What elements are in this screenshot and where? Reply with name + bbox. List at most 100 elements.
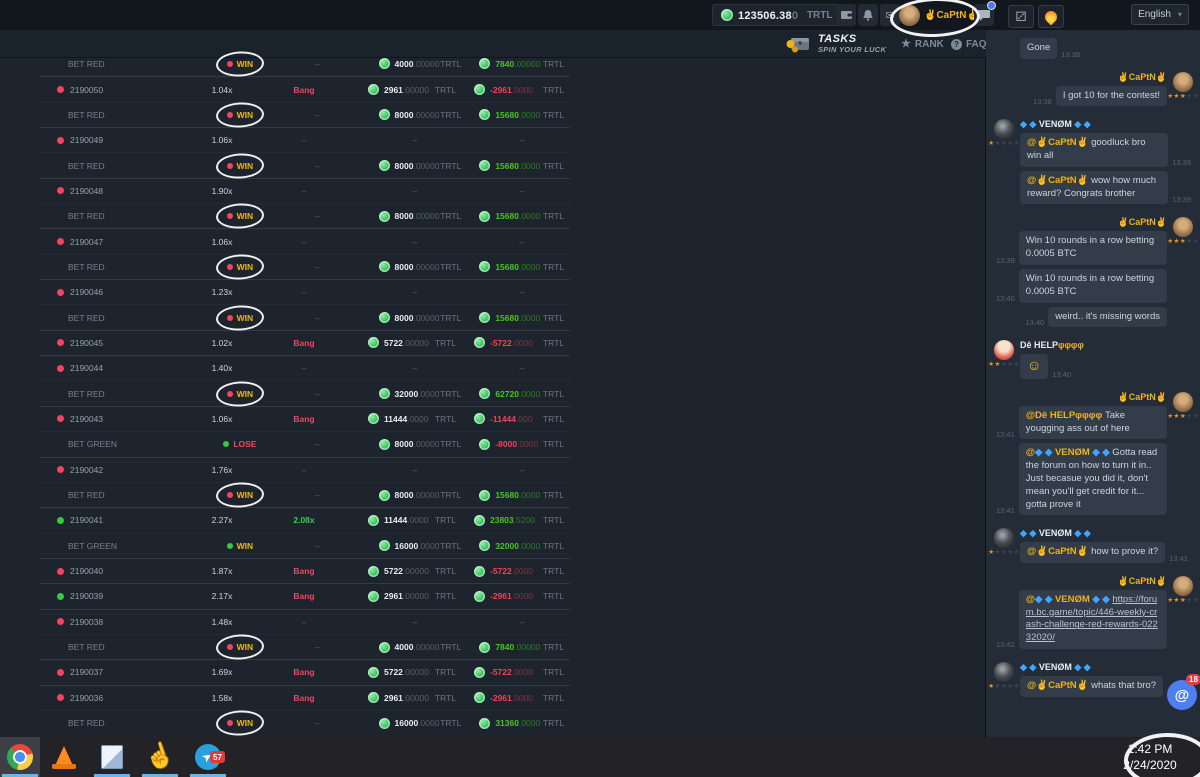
user-star-rating: ★★★★★ bbox=[988, 362, 1020, 369]
currency-unit: TRTL bbox=[440, 211, 467, 221]
chat-avatar-column: ★★★★★ bbox=[992, 662, 1016, 691]
chat-username[interactable]: ✌CaPtN✌ bbox=[992, 72, 1167, 83]
message-bubble: Gone bbox=[1020, 38, 1057, 59]
rank-button[interactable]: ★ RANK bbox=[901, 39, 944, 50]
bet-type-label: BET GREEN bbox=[40, 541, 210, 551]
tasks-button[interactable]: TASKS SPIN YOUR LUCK bbox=[786, 32, 886, 54]
result-cell: 2.27x bbox=[190, 515, 254, 525]
wallet-button[interactable] bbox=[836, 4, 856, 26]
avatar[interactable] bbox=[994, 340, 1014, 360]
table-row-round[interactable]: 21900431.06xBang11444.0000TRTL-11444.000… bbox=[40, 406, 570, 431]
taskbar-chrome[interactable] bbox=[0, 737, 40, 777]
avatar[interactable] bbox=[1173, 217, 1193, 237]
empty-value: – bbox=[474, 617, 570, 627]
table-row-bet[interactable]: BET REDWIN–16000.0000TRTL31360.0000TRTL bbox=[40, 710, 570, 735]
value-dec: .00000 bbox=[403, 693, 429, 703]
empty-value: – bbox=[474, 465, 570, 475]
chat-username[interactable]: ✌CaPtN✌ bbox=[992, 217, 1167, 228]
result-cell: 1.02x bbox=[190, 338, 254, 348]
table-row-round[interactable]: 21900401.87xBang5722.00000TRTL-5722.0000… bbox=[40, 558, 570, 583]
round-id-text: 2190047 bbox=[70, 237, 103, 247]
table-row-round[interactable]: 21900471.06x––– bbox=[40, 228, 570, 253]
value-int: -8000 bbox=[495, 439, 517, 449]
messages-button[interactable]: ✉ bbox=[880, 4, 900, 26]
message-bubble: @✌CaPtN✌ whats that bro? bbox=[1020, 676, 1163, 697]
table-row-bet[interactable]: BET REDWIN–8000.00000TRTL15680.0000TRTL bbox=[40, 254, 570, 279]
chat-username[interactable]: ✌CaPtN✌ bbox=[992, 576, 1167, 587]
message-timestamp: 13:41 bbox=[996, 506, 1015, 515]
table-row-bet[interactable]: BET REDWIN–8000.00000TRTL15680.0000TRTL bbox=[40, 102, 570, 127]
table-row-round[interactable]: 21900412.27x2.08x11444.0000TRTL23803.520… bbox=[40, 507, 570, 532]
avatar[interactable] bbox=[1173, 392, 1193, 412]
value-dec: .00000 bbox=[514, 642, 540, 652]
chat-username[interactable]: ◆ ◆ VENØM ◆ ◆ bbox=[1020, 528, 1195, 539]
avatar[interactable] bbox=[994, 528, 1014, 548]
hot-topics-button[interactable] bbox=[1038, 5, 1064, 28]
amount-cell: 2961.00000TRTL bbox=[354, 591, 462, 602]
table-row-round[interactable]: 21900501.04xBang2961.00000TRTL-2961.0000… bbox=[40, 76, 570, 101]
table-row-round[interactable]: 21900421.76x––– bbox=[40, 457, 570, 482]
table-row-round[interactable]: 21900481.90x––– bbox=[40, 178, 570, 203]
user-star-rating: ★★★★★ bbox=[988, 550, 1020, 557]
table-row-round[interactable]: 21900491.06x––– bbox=[40, 127, 570, 152]
chat-group: ★★★★★ ◆ ◆ VENØM ◆ ◆ @✌CaPtN✌ whats that br… bbox=[992, 662, 1195, 701]
message-text: ✌CaPtN✌ bbox=[1118, 392, 1167, 402]
value-int: 32000 bbox=[495, 541, 519, 551]
amount-cell: 2961.00000TRTL bbox=[354, 84, 462, 95]
balance-selector[interactable]: 123506.380 TRTL ▾ bbox=[712, 4, 851, 26]
table-row-round[interactable]: 21900381.48x––– bbox=[40, 609, 570, 634]
value-dec: .0000 bbox=[407, 515, 428, 525]
table-row-round[interactable]: 21900371.69xBang5722.00000TRTL-5722.0000… bbox=[40, 659, 570, 684]
trtl-coin-icon bbox=[479, 261, 490, 272]
value-dec: .000 bbox=[516, 414, 533, 424]
table-row-bet[interactable]: BET REDWIN–8000.00000TRTL15680.0000TRTL bbox=[40, 203, 570, 228]
chat-username[interactable]: ◆ ◆ VENØM ◆ ◆ bbox=[1020, 662, 1195, 673]
message-row: @✌CaPtN✌ goodluck bro win all13:39 bbox=[1020, 133, 1195, 167]
taskbar-hand-app[interactable]: ☝ bbox=[140, 737, 180, 777]
avatar[interactable] bbox=[994, 119, 1014, 139]
avatar[interactable] bbox=[1173, 72, 1193, 92]
avatar[interactable] bbox=[1173, 576, 1193, 596]
faq-button[interactable]: ? FAQ bbox=[951, 39, 987, 50]
profit-cell: 15680.0000TRTL bbox=[467, 312, 570, 323]
language-select[interactable]: English ▾ bbox=[1131, 4, 1189, 25]
chat-group-body: ✌CaPtN✌13:41@Dê HELPφφφφ Take yougging a… bbox=[992, 392, 1167, 519]
empty-value: – bbox=[474, 363, 570, 373]
chat-username[interactable]: ◆ ◆ VENØM ◆ ◆ bbox=[1020, 119, 1195, 130]
message-text: ✌CaPtN✌ bbox=[1118, 72, 1167, 82]
taskbar-notepad[interactable] bbox=[92, 737, 132, 777]
table-row-bet[interactable]: BET REDWIN–8000.00000TRTL15680.0000TRTL bbox=[40, 304, 570, 329]
table-row-round[interactable]: 21900392.17xBang2961.00000TRTL-2961.0000… bbox=[40, 583, 570, 608]
result-text: 1.23x bbox=[212, 287, 233, 297]
amount-cell: 16000.0000TRTL bbox=[365, 540, 468, 551]
currency-unit: TRTL bbox=[440, 161, 467, 171]
value-dec: .0000 bbox=[418, 541, 439, 551]
taskbar-clock[interactable]: 1:42 PM 2/24/2020 bbox=[1110, 741, 1190, 773]
table-row-bet[interactable]: BET REDWIN–8000.00000TRTL15680.0000TRTL bbox=[40, 152, 570, 177]
currency-unit: TRTL bbox=[440, 59, 467, 69]
table-row-bet[interactable]: BET REDWIN–32000.0000TRTL62720.0000TRTL bbox=[40, 380, 570, 405]
chat-message-list[interactable]: Gone13:38✌CaPtN✌13:38I got 10 for the co… bbox=[986, 30, 1200, 712]
taskbar-vlc[interactable] bbox=[44, 737, 84, 777]
table-row-round[interactable]: 21900361.58xBang2961.00000TRTL-2961.0000… bbox=[40, 685, 570, 710]
table-row-bet[interactable]: BET GREENLOSE–8000.00000TRTL-8000.0000TR… bbox=[40, 431, 570, 456]
table-row-bet[interactable]: BET REDWIN–8000.00000TRTL15680.0000TRTL bbox=[40, 482, 570, 507]
table-row-round[interactable]: 21900451.02xBang5722.00000TRTL-5722.0000… bbox=[40, 330, 570, 355]
table-row-bet[interactable]: BET REDWIN–4000.00000TRTL7840.00000TRTL bbox=[40, 634, 570, 659]
message-bubble: @✌CaPtN✌ wow how much reward? Congrats b… bbox=[1020, 171, 1168, 205]
round-id: 2190045 bbox=[40, 338, 190, 348]
table-row-round[interactable]: 21900441.40x––– bbox=[40, 355, 570, 380]
notifications-button[interactable] bbox=[858, 4, 878, 26]
chat-rules-button[interactable]: ⚂ bbox=[1008, 5, 1034, 28]
table-row-bet[interactable]: BET REDWIN–4000.00000TRTL7840.00000TRTL bbox=[40, 51, 570, 76]
chat-username[interactable]: Dê HELPφφφφ bbox=[1020, 340, 1195, 351]
table-row-bet[interactable]: BET GREENWIN–16000.0000TRTL32000.0000TRT… bbox=[40, 533, 570, 558]
chat-avatar-column: ★★★★★ bbox=[992, 528, 1016, 557]
value-dec: .0000 bbox=[512, 693, 533, 703]
avatar[interactable] bbox=[994, 662, 1014, 682]
message-timestamp: 13:39 bbox=[1172, 195, 1191, 204]
round-id-text: 2190046 bbox=[70, 287, 103, 297]
chat-username[interactable]: ✌CaPtN✌ bbox=[992, 392, 1167, 403]
table-row-round[interactable]: 21900461.23x––– bbox=[40, 279, 570, 304]
notification-dot bbox=[987, 1, 996, 10]
